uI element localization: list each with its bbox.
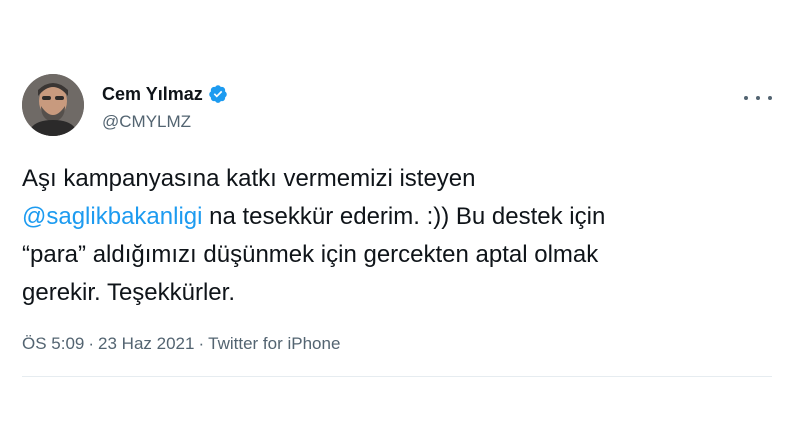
mention-link[interactable]: @saglikbakanligi: [22, 203, 202, 230]
display-name-row: Cem Yılmaz: [102, 82, 228, 106]
dot: [756, 96, 760, 100]
tweet-text: Aşı kampanyasına katkı vermemizi isteyen…: [22, 160, 772, 312]
tweet-line-4: gerekir. Teşekkürler.: [22, 279, 235, 306]
display-name[interactable]: Cem Yılmaz: [102, 84, 203, 105]
tweet-line-3: “para” aldığımızı düşünmek için gercekte…: [22, 241, 599, 268]
avatar[interactable]: [22, 74, 84, 136]
tweet-source[interactable]: Twitter for iPhone: [208, 334, 340, 353]
tweet-time[interactable]: ÖS 5:09: [22, 334, 84, 353]
more-options-icon[interactable]: [744, 88, 772, 108]
meta-separator: ·: [88, 334, 95, 353]
author-handle[interactable]: @CMYLMZ: [102, 112, 228, 132]
tweet-line-2-rest: na tesekkür ederim. :)) Bu destek için: [202, 203, 606, 230]
tweet-line-2: @saglikbakanligi na tesekkür ederim. :))…: [22, 198, 772, 236]
avatar-image: [22, 74, 84, 136]
meta-separator: ·: [198, 334, 205, 353]
dot: [744, 96, 748, 100]
tweet-line-1: Aşı kampanyasına katkı vermemizi isteyen: [22, 165, 476, 192]
tweet-date[interactable]: 23 Haz 2021: [98, 334, 194, 353]
dot: [768, 96, 772, 100]
verified-badge-icon: [208, 84, 228, 104]
tweet-meta: ÖS 5:09 · 23 Haz 2021 · Twitter for iPhone: [22, 334, 340, 354]
author-names: Cem Yılmaz @CMYLMZ: [102, 82, 228, 132]
divider: [22, 376, 772, 377]
tweet-header: Cem Yılmaz @CMYLMZ: [22, 74, 772, 138]
